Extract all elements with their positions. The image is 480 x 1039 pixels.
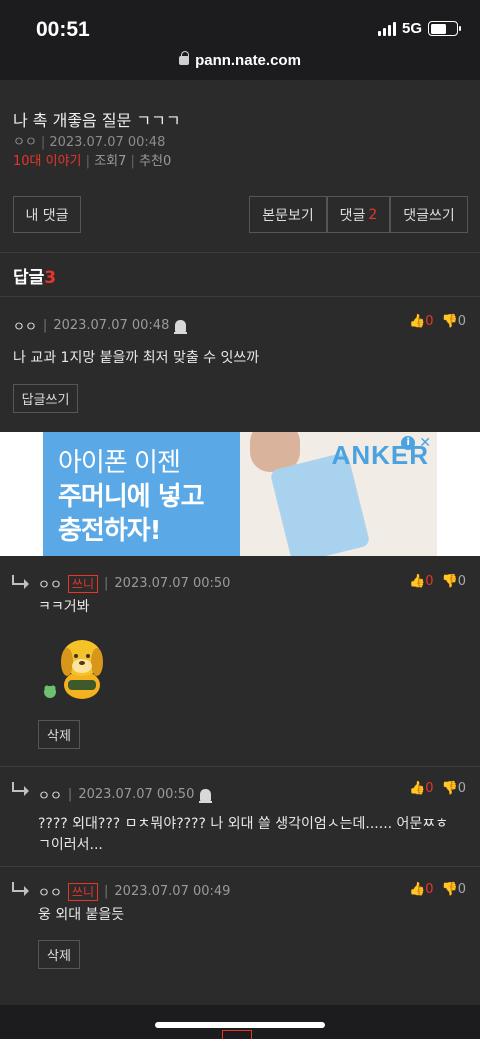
- close-icon[interactable]: ✕: [419, 436, 431, 450]
- comment-date: 2023.07.07 00:49: [114, 884, 231, 899]
- comment-nick: ㅇㅇ: [13, 320, 37, 335]
- up-count: 0: [425, 781, 434, 796]
- post-info: 10대 이야기 | 조회7 | 추천0: [13, 154, 172, 169]
- comment-nick: ㅇㅇ: [38, 578, 62, 593]
- report-icon[interactable]: [174, 319, 188, 334]
- up-count: 0: [425, 314, 434, 329]
- status-icons: 5G: [377, 20, 461, 37]
- comment-text: 나 교과 1지망 붙을까 최저 맞출 수 잇쓰까: [13, 350, 260, 366]
- views-label: 조회: [94, 154, 119, 169]
- comment-text: ㅋㅋ거봐: [38, 599, 90, 615]
- lock-icon: [179, 51, 190, 65]
- post-title: 나 촉 개좋음 질문 ㄱㄱㄱ: [13, 111, 181, 130]
- comment-meta: ㅇㅇ | 2023.07.07 00:48: [13, 316, 188, 335]
- status-bar: 00:51 5G pann.nate.com: [0, 0, 480, 80]
- view-post-button[interactable]: 본문보기: [249, 196, 327, 233]
- comments-count: 2: [368, 206, 378, 223]
- reply-arrow-icon: [12, 782, 29, 796]
- author-badge: 쓰니: [67, 574, 99, 593]
- down-count: 0: [457, 882, 466, 897]
- down-count: 0: [457, 574, 466, 589]
- reply-arrow-icon: [12, 575, 29, 589]
- reply-arrow-icon: [12, 882, 29, 896]
- divider: [0, 252, 480, 253]
- replies-label: 답글: [13, 268, 45, 288]
- my-comments-label: 내 댓글: [25, 207, 69, 224]
- post-header: 나 촉 개좋음 질문 ㄱㄱㄱ ㅇㅇ | 2023.07.07 00:48 10대 이…: [0, 80, 480, 252]
- write-comment-button[interactable]: 댓글쓰기: [390, 196, 468, 233]
- ad-choices[interactable]: i ✕: [401, 436, 431, 450]
- info-icon[interactable]: i: [401, 436, 416, 450]
- comment-meta: ㅇㅇ 쓰니 | 2023.07.07 00:50: [38, 574, 231, 593]
- thumbs-up-icon[interactable]: 👍0: [409, 882, 433, 897]
- delete-button[interactable]: 삭제: [38, 940, 80, 969]
- comment-meta: ㅇㅇ | 2023.07.07 00:50: [38, 785, 213, 804]
- recommend-count: 0: [162, 154, 172, 169]
- comment-nick: ㅇㅇ: [38, 886, 62, 901]
- address-bar[interactable]: pann.nate.com: [0, 51, 480, 69]
- ad-line2: 주머니에 넣고: [58, 482, 205, 512]
- thumbs-down-icon[interactable]: 👎0: [442, 882, 466, 897]
- comment-text: ???? 외대??? ㅁㅊ뭐야???? 나 외대 쓸 생각이엄ㅅ는데......…: [38, 816, 449, 853]
- my-comments-button[interactable]: 내 댓글: [13, 196, 81, 233]
- thumbs-up-icon[interactable]: 👍0: [409, 314, 433, 329]
- comment-date: 2023.07.07 00:50: [114, 576, 231, 591]
- reply-write-label: 답글쓰기: [21, 393, 70, 408]
- view-post-label: 본문보기: [262, 207, 314, 224]
- thumbs-up-icon[interactable]: 👍0: [409, 781, 433, 796]
- delete-label: 삭제: [47, 729, 71, 744]
- url-text: pann.nate.com: [195, 52, 301, 69]
- comments-button[interactable]: 댓글 2: [327, 196, 390, 233]
- clock: 00:51: [36, 18, 90, 41]
- recommend-label: 추천: [139, 154, 163, 169]
- post-author: ㅇㅇ: [13, 135, 37, 150]
- post-date: 2023.07.07 00:48: [49, 135, 166, 150]
- thumbs-up-icon[interactable]: 👍0: [409, 574, 433, 589]
- author-badge: 쓰니: [67, 882, 99, 901]
- replies-header: 답글3: [13, 263, 56, 288]
- thumbs-down-icon[interactable]: 👎0: [442, 781, 466, 796]
- comment-nick: ㅇㅇ: [38, 789, 62, 804]
- replies-count: 3: [44, 268, 57, 288]
- post-meta: ㅇㅇ | 2023.07.07 00:48: [13, 135, 166, 150]
- comment-votes: 👍0 👎0: [409, 882, 466, 897]
- ad-photo: ANKER: [240, 432, 437, 556]
- report-icon[interactable]: [199, 788, 213, 803]
- divider: [0, 296, 480, 297]
- comments-label: 댓글: [339, 207, 366, 224]
- ad-line3: 충전하자!: [58, 516, 162, 546]
- ad-banner[interactable]: 아이폰 이젠 주머니에 넣고 충전하자! ANKER i ✕: [0, 432, 480, 556]
- delete-button[interactable]: 삭제: [38, 720, 80, 749]
- up-count: 0: [425, 882, 434, 897]
- comment-meta: ㅇㅇ 쓰니 | 2023.07.07 00:49: [38, 882, 231, 901]
- comment-date: 2023.07.07 00:48: [53, 318, 170, 333]
- down-count: 0: [457, 314, 466, 329]
- thumbs-down-icon[interactable]: 👎0: [442, 574, 466, 589]
- reply-write-button[interactable]: 답글쓰기: [13, 384, 78, 413]
- views-count: 7: [118, 154, 127, 169]
- comment-text: 웅 외대 붙을듯: [38, 907, 125, 923]
- write-comment-label: 댓글쓰기: [403, 207, 455, 224]
- comment-date: 2023.07.07 00:50: [78, 787, 195, 802]
- thumbs-down-icon[interactable]: 👎0: [442, 314, 466, 329]
- battery-icon: [428, 21, 461, 36]
- delete-label: 삭제: [47, 949, 71, 964]
- divider: [0, 766, 480, 767]
- post-category[interactable]: 10대 이야기: [13, 154, 82, 169]
- ad-image[interactable]: 아이폰 이젠 주머니에 넣고 충전하자! ANKER i ✕: [43, 432, 437, 556]
- comment-votes: 👍0 👎0: [409, 314, 466, 329]
- network-label: 5G: [401, 20, 422, 37]
- comment-votes: 👍0 👎0: [409, 781, 466, 796]
- home-indicator[interactable]: [155, 1022, 325, 1028]
- divider: [0, 866, 480, 867]
- scroll-top-button[interactable]: [222, 1030, 252, 1039]
- ad-line1: 아이폰 이젠: [58, 448, 181, 478]
- signal-icon: [377, 21, 396, 36]
- dog-sticker-icon: [44, 640, 103, 699]
- comment-votes: 👍0 👎0: [409, 574, 466, 589]
- up-count: 0: [425, 574, 434, 589]
- down-count: 0: [457, 781, 466, 796]
